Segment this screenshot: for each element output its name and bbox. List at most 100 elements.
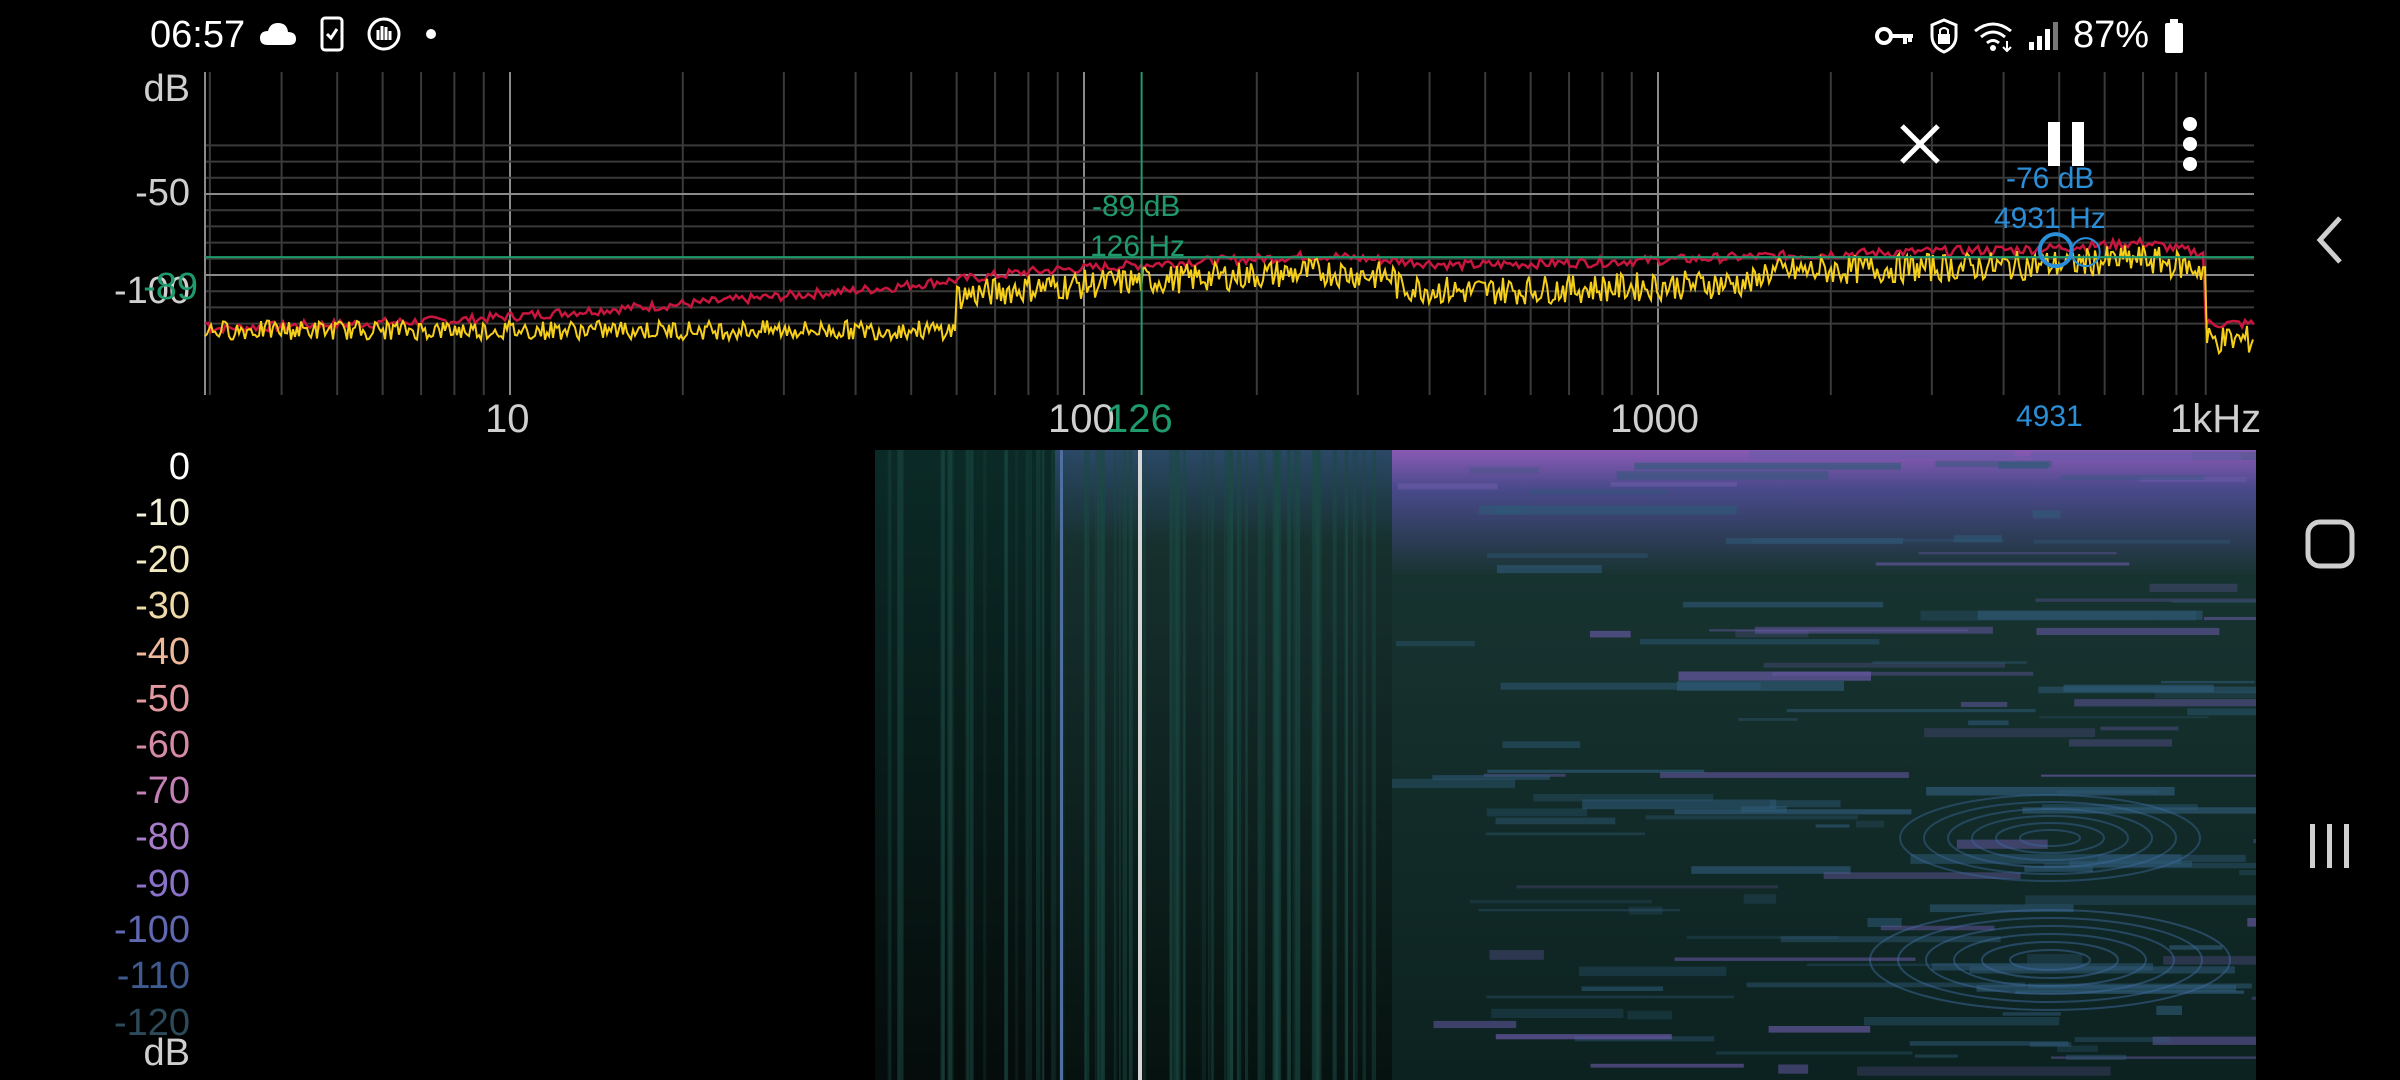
spectrogram-streak <box>1875 562 2130 566</box>
nav-recents-button[interactable] <box>2290 806 2370 886</box>
peak-freq-axis-label: 4931 <box>2016 400 2083 433</box>
spectrogram-streak <box>2036 627 2220 635</box>
spectrum-freq-tick: 10 <box>485 397 530 441</box>
pause-icon <box>2048 122 2084 166</box>
spectrogram-column <box>888 450 892 1080</box>
spectrogram-column <box>1004 450 1008 1080</box>
spectrogram-streak <box>1469 466 1539 474</box>
spectrogram-streak <box>1628 906 1663 915</box>
home-icon <box>2305 519 2355 569</box>
spectrogram-streak <box>1616 471 1829 480</box>
hand-badge-icon <box>367 17 401 51</box>
spectrum-plot[interactable]: dB -50 -100 -89 10 100 1000 1kHz 126 493… <box>0 68 2261 450</box>
spectrogram-streak <box>2171 600 2256 604</box>
spectrogram-db-tick: -40 <box>135 631 190 674</box>
spectrogram-streak <box>1686 935 1839 939</box>
spectrogram-streak <box>1864 1017 2060 1026</box>
status-notification-icons <box>258 16 438 52</box>
spectrogram-streak <box>1749 450 2015 459</box>
pause-button[interactable] <box>2036 114 2096 174</box>
battery-percentage: 87% <box>2072 14 2149 56</box>
spectrum-db-unit: dB <box>143 68 190 110</box>
spectrogram-column <box>1119 450 1121 1080</box>
spectrogram-column <box>1224 450 1226 1080</box>
spectrogram-streak <box>2239 870 2256 876</box>
spectrogram-streak <box>1502 741 1581 748</box>
spectrogram-db-tick: 0 <box>168 446 190 488</box>
spectrogram-streak <box>2041 774 2256 777</box>
spectrogram-band-high <box>1564 450 1736 1080</box>
spectrogram-column <box>970 450 974 1080</box>
spectrogram-db-tick: -100 <box>113 909 190 951</box>
close-icon <box>1900 124 1940 164</box>
spectrogram-canvas[interactable] <box>0 450 2256 1080</box>
spectrogram-streak <box>1857 1066 2111 1076</box>
signal-icon <box>2028 21 2058 50</box>
back-icon <box>2316 216 2342 264</box>
spectrogram-column <box>1245 450 1249 1080</box>
cursor-freq-axis-label: 126 <box>1106 397 1173 441</box>
spectrogram-streak <box>1914 1054 1958 1058</box>
cloud-icon <box>260 23 296 45</box>
spectrogram-streak <box>1977 610 2203 620</box>
spectrogram-streak <box>1880 925 1995 931</box>
spectrogram-column <box>1354 450 1358 1080</box>
spectrogram-column <box>1314 450 1319 1080</box>
spectrogram-streak <box>2025 895 2256 905</box>
spectrogram-streak <box>1660 772 1909 778</box>
spectrogram-streak <box>1743 894 1777 904</box>
spectrogram[interactable]: 0 -10 -20 -30 -40 -50 -60 -70 -80 -90 -100 -110 -120… <box>0 446 2256 1080</box>
spectrogram-streak <box>1397 483 1498 490</box>
spectrogram-column <box>1095 450 1098 1080</box>
spectrogram-db-tick: -110 <box>116 955 190 998</box>
spectrogram-column <box>1174 450 1179 1080</box>
close-button[interactable] <box>1890 114 1950 174</box>
spectrogram-column <box>1286 450 1291 1080</box>
spectrogram-streak <box>1924 728 2096 738</box>
spectrogram-streak <box>2060 474 2205 480</box>
spectrogram-column <box>1201 450 1206 1080</box>
spectrogram-streak <box>2002 1012 2061 1016</box>
spectrogram-streak <box>1682 601 1884 608</box>
spectrogram-db-tick: -50 <box>135 677 190 720</box>
spectrogram-streak <box>1674 809 1912 815</box>
spectrogram-column <box>1371 450 1377 1080</box>
spectrogram-streak <box>2033 539 2231 544</box>
spectrogram-streak <box>1489 950 1544 960</box>
spectrogram-column <box>1179 450 1181 1080</box>
spectrogram-cursor-line <box>1138 450 1142 1080</box>
peak-hz-readout: 4931 Hz <box>1994 202 2106 235</box>
spectrogram-streak <box>1487 769 1705 773</box>
spectrogram-column <box>1257 450 1262 1080</box>
spectrogram-streak <box>1855 820 1885 828</box>
spectrogram-column <box>899 450 904 1080</box>
nav-home-button[interactable] <box>2290 504 2370 584</box>
spectrogram-column <box>941 450 945 1080</box>
overflow-menu-button[interactable] <box>2160 110 2220 178</box>
spectrogram-streak <box>1676 680 1844 691</box>
more-vert-icon <box>2183 117 2197 171</box>
spectrogram-column <box>1362 450 1366 1080</box>
nav-back-button[interactable] <box>2290 200 2370 280</box>
spectrogram-streak <box>1754 626 1993 634</box>
battery-icon <box>2165 18 2183 53</box>
spectrogram-column <box>1129 450 1133 1080</box>
spectrogram-column <box>1261 450 1266 1080</box>
spectrogram-streak <box>2027 954 2083 964</box>
spectrogram-streak <box>1768 1026 1871 1033</box>
spectrogram-streak <box>2149 583 2238 592</box>
spectrogram-column <box>1142 450 1146 1080</box>
spectrogram-column <box>1170 450 1175 1080</box>
spectrogram-streak <box>1909 1041 2069 1046</box>
spectrogram-streak <box>1590 1063 1744 1068</box>
spectrogram-streak <box>2163 956 2256 965</box>
wifi-icon <box>1974 22 2012 52</box>
spectrogram-streak <box>1715 1051 1913 1055</box>
spectrogram-streak <box>2038 686 2256 694</box>
cursor-hz-readout: 126 Hz <box>1090 230 1186 263</box>
spectrogram-column <box>1237 450 1242 1080</box>
spectrogram-streak <box>2074 699 2256 707</box>
spectrogram-streak <box>2204 617 2256 621</box>
spectrogram-streak <box>1579 966 1727 977</box>
spectrogram-streak <box>1533 794 1714 802</box>
